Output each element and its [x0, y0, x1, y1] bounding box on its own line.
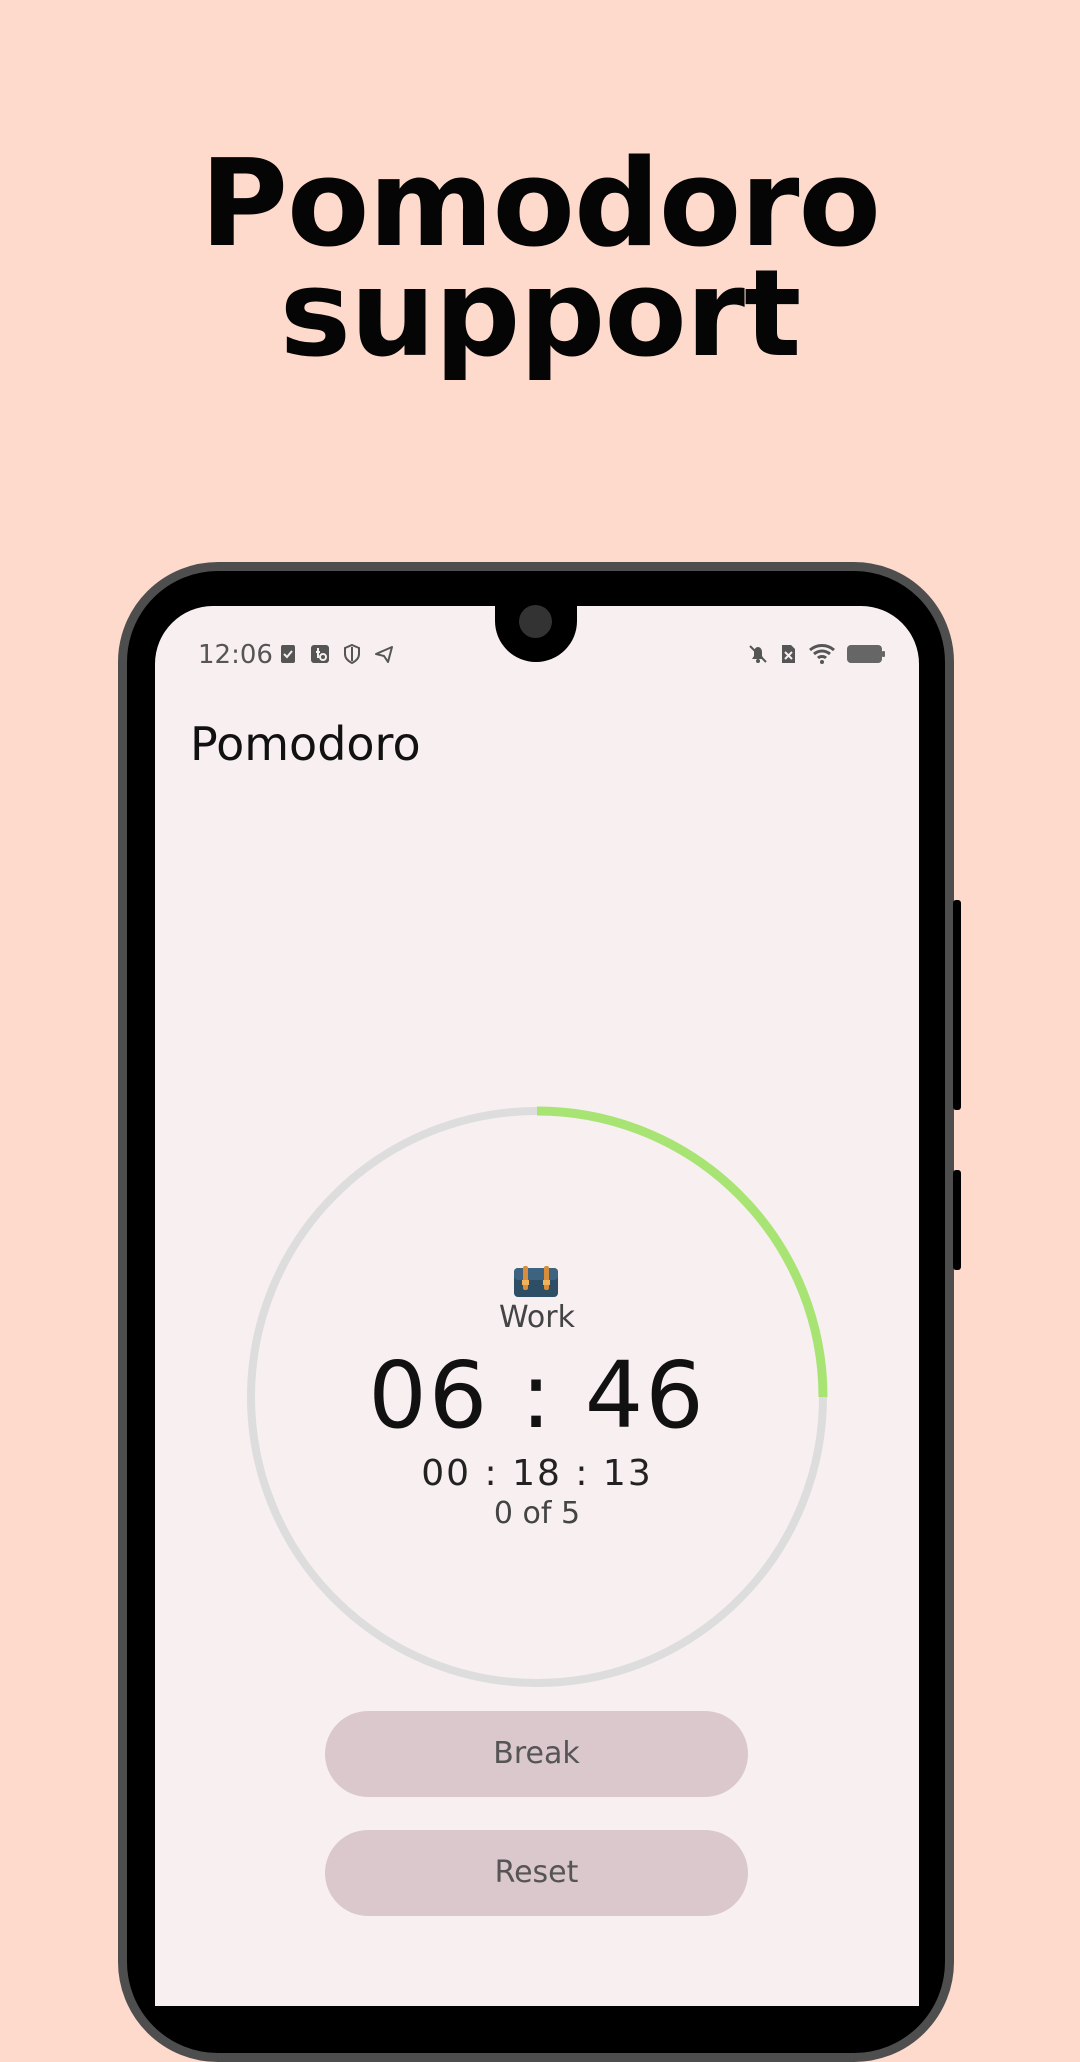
- task-done-icon: [281, 645, 295, 663]
- usb-settings-icon: [311, 645, 329, 663]
- telegram-send-icon: [375, 646, 393, 663]
- app-title: Pomodoro: [190, 717, 421, 771]
- session-counter: 0 of 5: [493, 1496, 581, 1531]
- wifi-icon: [809, 644, 835, 664]
- phone-volume-button: [953, 900, 961, 1110]
- bell-off-icon: [749, 645, 767, 663]
- shield-icon: [344, 643, 360, 665]
- reset-button[interactable]: Reset: [325, 1830, 748, 1916]
- status-right-icons: [748, 643, 886, 665]
- status-left-icons: [278, 643, 394, 665]
- promo-headline-line1: Pomodoro: [200, 135, 881, 274]
- front-camera: [519, 605, 552, 638]
- battery-icon: [847, 645, 885, 663]
- timer-remaining: 06 : 46: [368, 1342, 706, 1449]
- status-time: 12:06: [198, 640, 273, 670]
- promo-headline-line2: support: [279, 245, 802, 384]
- timer-total-elapsed: 00 : 18 : 13: [421, 1453, 653, 1494]
- timer-mode-label: Work: [499, 1300, 575, 1335]
- break-button[interactable]: Break: [325, 1711, 748, 1797]
- promo-headline: Pomodoro support: [0, 135, 1080, 384]
- phone-power-button: [953, 1170, 961, 1270]
- no-sim-icon: [782, 645, 795, 663]
- briefcase-icon: [514, 1266, 558, 1297]
